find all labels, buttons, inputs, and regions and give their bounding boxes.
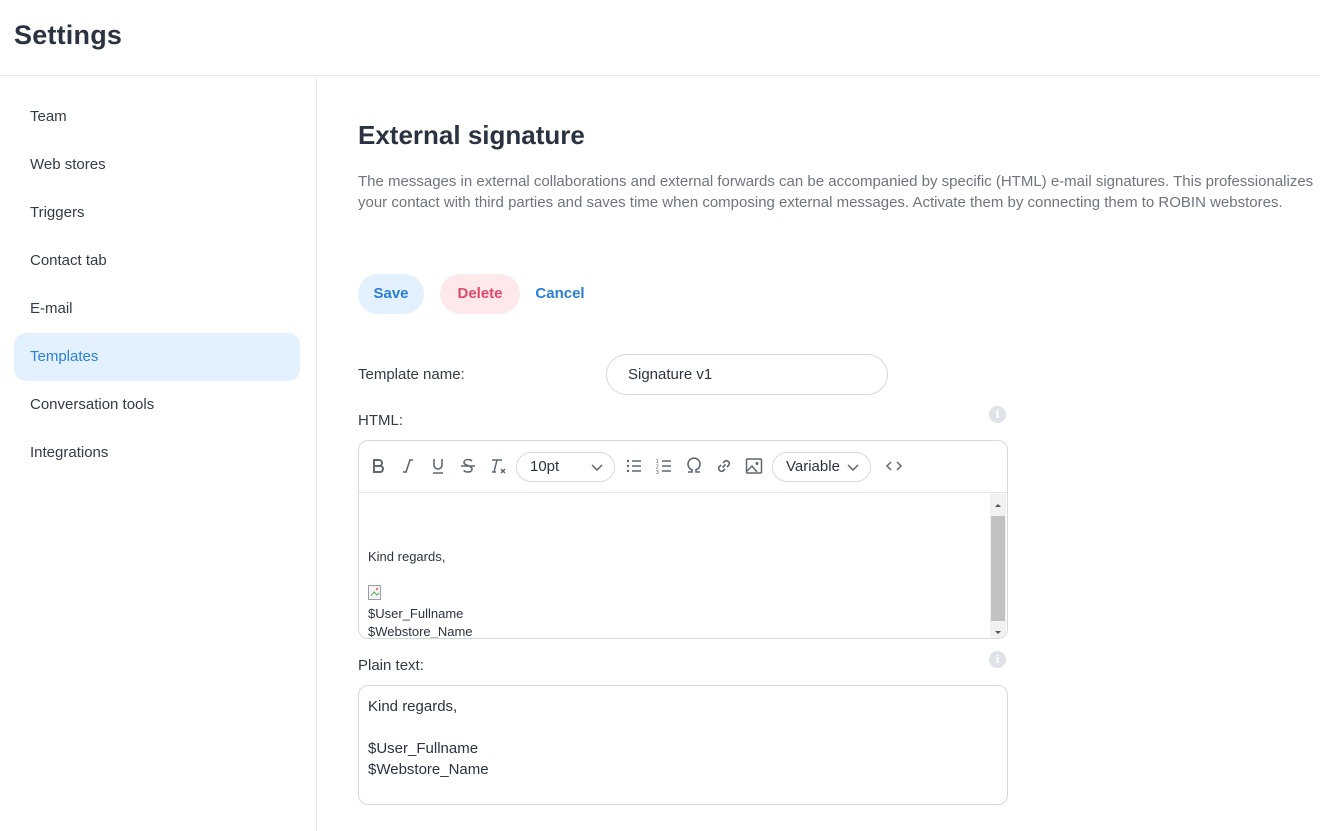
html-editor-content[interactable]: Kind regards, $User_Fullname $Webstore_N… — [359, 494, 989, 638]
sidebar: Team Web stores Triggers Contact tab E-m… — [0, 77, 317, 831]
editor-toolbar: 10pt 123 Variable — [359, 441, 1007, 493]
template-name-input[interactable] — [606, 354, 888, 395]
sidebar-item-triggers[interactable]: Triggers — [14, 189, 300, 237]
numbered-list-icon[interactable]: 123 — [651, 453, 677, 479]
broken-image-icon — [368, 585, 381, 600]
font-size-value: 10pt — [530, 458, 560, 475]
chevron-down-icon — [847, 464, 859, 472]
plain-text-info-icon[interactable]: i — [989, 651, 1006, 668]
chevron-down-icon — [591, 464, 603, 472]
page-title: Settings — [14, 20, 123, 50]
scroll-thumb[interactable] — [991, 516, 1005, 621]
underline-icon[interactable] — [425, 453, 451, 479]
sidebar-item-integrations[interactable]: Integrations — [14, 429, 300, 477]
section-title: External signature — [358, 120, 585, 150]
html-label: HTML: — [358, 412, 403, 429]
variable-select[interactable]: Variable — [772, 452, 871, 482]
main-content: External signature The messages in exter… — [318, 77, 1320, 831]
sidebar-item-conversation-tools[interactable]: Conversation tools — [14, 381, 300, 429]
sidebar-item-templates[interactable]: Templates — [14, 333, 300, 381]
bullet-list-icon[interactable] — [621, 453, 647, 479]
content-line-greeting: Kind regards, — [368, 549, 446, 564]
scroll-down-icon[interactable] — [990, 628, 1006, 638]
bold-icon[interactable] — [365, 453, 391, 479]
save-button[interactable]: Save — [358, 274, 424, 314]
html-info-icon[interactable]: i — [989, 406, 1006, 423]
link-icon[interactable] — [711, 453, 737, 479]
template-name-label: Template name: — [358, 366, 465, 383]
section-description: The messages in external collaborations … — [358, 173, 1314, 211]
sidebar-item-e-mail[interactable]: E-mail — [14, 285, 300, 333]
clear-format-icon[interactable] — [485, 453, 511, 479]
variable-label: Variable — [786, 458, 840, 475]
editor-scrollbar[interactable] — [990, 494, 1006, 638]
sidebar-item-web-stores[interactable]: Web stores — [14, 141, 300, 189]
plain-text-area[interactable]: Kind regards, $User_Fullname $Webstore_N… — [358, 685, 1008, 805]
top-bar: Settings — [0, 0, 1320, 76]
delete-button[interactable]: Delete — [440, 274, 520, 314]
content-line-webstore: $Webstore_Name — [368, 624, 473, 639]
cancel-button[interactable]: Cancel — [530, 274, 590, 314]
strikethrough-icon[interactable] — [455, 453, 481, 479]
special-character-icon[interactable] — [681, 453, 707, 479]
scroll-up-icon[interactable] — [990, 500, 1006, 510]
svg-text:3: 3 — [656, 470, 660, 476]
source-code-icon[interactable] — [881, 453, 907, 479]
plain-text-label: Plain text: — [358, 657, 424, 674]
font-size-select[interactable]: 10pt — [516, 452, 615, 482]
sidebar-item-contact-tab[interactable]: Contact tab — [14, 237, 300, 285]
italic-icon[interactable] — [395, 453, 421, 479]
image-icon[interactable] — [741, 453, 767, 479]
content-line-fullname: $User_Fullname — [368, 606, 464, 621]
sidebar-item-team[interactable]: Team — [14, 93, 300, 141]
html-editor: 10pt 123 Variable Kind regards, $User_Fu… — [358, 440, 1008, 639]
